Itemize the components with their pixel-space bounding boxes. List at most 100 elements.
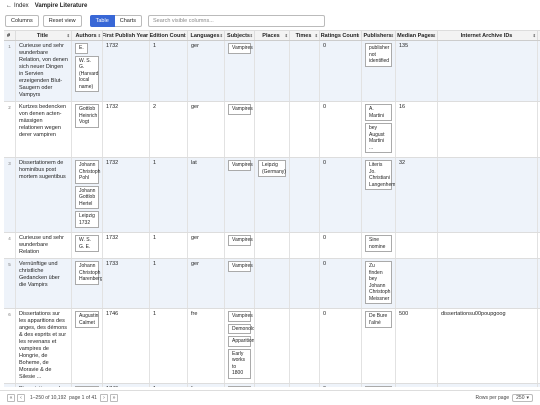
chip[interactable]: Vampires	[228, 386, 251, 387]
column-header[interactable]: Places ⇕	[255, 31, 290, 40]
columns-button[interactable]: Columns	[5, 14, 39, 27]
tab-table[interactable]: Table	[89, 14, 115, 27]
table-row[interactable]: 7Dissertation sur les apparitions des es…	[4, 384, 540, 387]
column-header[interactable]: Languages ⇕	[188, 31, 225, 40]
sort-icon[interactable]: ⇕	[183, 33, 186, 38]
column-header[interactable]: Median Pages ⇕	[396, 31, 438, 40]
cell-index: 4	[4, 233, 16, 258]
cell-subjects: Vampires	[225, 102, 255, 157]
chip[interactable]: Apparitions	[228, 336, 254, 347]
first-page-button[interactable]: «	[7, 394, 15, 402]
last-page-button[interactable]: »	[109, 394, 118, 402]
chip[interactable]: Augustin Calmet	[75, 311, 99, 328]
cell-ratings: 0	[320, 309, 362, 383]
cell-year: 1732	[103, 233, 150, 258]
column-header[interactable]: First Publish Year ⇕	[103, 31, 150, 40]
table-row[interactable]: 4 Curieuse und sehr wunderbare Relation W.…	[4, 233, 540, 259]
table-row[interactable]: 3 Dissertationem de hominibus post mortem…	[4, 158, 540, 233]
chip[interactable]: Demonology	[228, 323, 254, 334]
sort-icon[interactable]: ⇕	[220, 33, 223, 38]
sort-icon[interactable]: ⇕	[250, 33, 253, 38]
column-header[interactable]: Publishers ⇕	[362, 31, 396, 40]
chip[interactable]: Leipzig (Germany)	[258, 160, 286, 177]
chip[interactable]: Sine nomine	[365, 235, 392, 252]
pagination-bar: « ‹ 1–250 of 10,192 page 1 of 41 › » Row…	[0, 390, 540, 405]
column-header[interactable]: Edition Count ⇕	[150, 31, 188, 40]
column-header[interactable]: Internet Archive IDs ⇕	[438, 31, 538, 40]
column-header[interactable]: #	[4, 31, 16, 40]
cell-ratings: 0	[320, 158, 362, 232]
cell-subjects: VampiresGhosts	[225, 384, 255, 387]
table-row[interactable]: 5 Vernünftige und christliche Gedancken ü…	[4, 259, 540, 309]
cell-ratings: 0	[320, 384, 362, 387]
cell-times	[290, 259, 320, 308]
chip[interactable]: Johann Gottlob Hertel	[75, 185, 99, 209]
chip[interactable]: Literis Jo. Christiani Langenhemii	[365, 160, 395, 190]
chip[interactable]: E.	[75, 43, 88, 54]
chip[interactable]: Johann Christoph Pohl	[75, 160, 100, 184]
sort-icon[interactable]: ⇕	[145, 33, 148, 38]
sort-icon[interactable]: ⇕	[433, 33, 436, 38]
sort-icon[interactable]: ⇕	[285, 33, 288, 38]
column-header-label: Title	[36, 32, 49, 39]
chip[interactable]: Zu finden bey Johann Christoph Meissner	[365, 261, 392, 304]
chip[interactable]: Vampires	[228, 311, 253, 322]
tab-charts[interactable]: Charts	[114, 14, 142, 27]
cell-editions: 2	[150, 102, 188, 157]
sort-icon[interactable]: ⇕	[533, 33, 536, 38]
chip[interactable]: Gottlob Heinrich Vogt	[75, 104, 99, 128]
reset-view-button[interactable]: Reset view	[42, 14, 82, 27]
cell-languages: ger	[188, 41, 225, 101]
chip[interactable]: De Bure l'aîné	[365, 311, 392, 328]
chip[interactable]: Vampires	[228, 160, 253, 171]
chip[interactable]: Vampires	[228, 235, 253, 246]
column-header[interactable]: Authors ⇕	[72, 31, 103, 40]
sort-icon[interactable]: ⇕	[315, 33, 318, 38]
chip[interactable]: A. Martini	[365, 104, 392, 121]
column-header[interactable]: Title ⇕	[16, 31, 72, 40]
cell-ratings: 0	[320, 102, 362, 157]
table-row[interactable]: 6 Dissertations sur les apparitions des a…	[4, 309, 540, 384]
next-page-button[interactable]: ›	[99, 394, 108, 402]
column-header-label: Ratings Count	[320, 32, 359, 39]
cell-times	[290, 384, 320, 387]
cell-year: 1733	[103, 259, 150, 308]
chip[interactable]: Vampires	[228, 43, 253, 54]
column-header[interactable]: Times ⇕	[290, 31, 320, 40]
column-header[interactable]: Subjects ⇕	[225, 31, 255, 40]
back-to-index-link[interactable]: ← Index	[6, 3, 29, 9]
column-header[interactable]: Ratings Count ⇕	[320, 31, 362, 40]
page-title: Vampire Literature	[34, 3, 88, 9]
table-row[interactable]: 2 Kurtzes bedencken von denen acten-mässi…	[4, 102, 540, 158]
chip[interactable]: Vampires	[228, 104, 253, 115]
search-input[interactable]: Search visible columns...	[147, 14, 325, 27]
chip[interactable]: publisher not identified	[365, 43, 392, 67]
column-header-label: Internet Archive IDs	[460, 32, 513, 39]
cell-title: Curieuse und sehr wunderbare Relation	[16, 233, 72, 258]
chip[interactable]: Early works to 1800	[228, 348, 251, 379]
cell-title: Dissertationem de hominibus post mortem …	[16, 158, 72, 232]
rows-per-page-select[interactable]: 250 ▾	[512, 394, 533, 402]
cell-times	[290, 102, 320, 157]
sort-icon[interactable]: ⇕	[357, 33, 360, 38]
sort-icon[interactable]: ⇕	[391, 33, 394, 38]
cell-editions: 1	[150, 259, 188, 308]
chip[interactable]: bey August Martini ...	[365, 123, 392, 153]
chip[interactable]: W. S. G. (Harvard local name)	[75, 55, 99, 92]
chip[interactable]: J.E. Kolin	[365, 386, 392, 387]
cell-pages	[396, 259, 438, 308]
cell-title: Dissertations sur les apparitions des an…	[16, 309, 72, 383]
cell-authors: Johann Christoph Harenberg	[72, 259, 103, 308]
chip[interactable]: Augustin Calmet	[75, 386, 99, 387]
cell-ia: dissertationsu00poupgoog	[438, 309, 538, 383]
chip[interactable]: Vampires	[228, 261, 253, 272]
table-row[interactable]: 1 Curieuse und sehr wunderbare Relation, …	[4, 41, 540, 102]
cell-publishers: A. Martini bey August Martini ...	[362, 102, 396, 157]
chip[interactable]: Johann Christoph Harenberg	[75, 261, 102, 285]
prev-page-button[interactable]: ‹	[17, 394, 25, 402]
chip[interactable]: W. S. G. E.	[75, 235, 99, 252]
sort-icon[interactable]: ⇕	[98, 33, 101, 38]
chip[interactable]: Leipzig 1732	[75, 211, 99, 228]
sort-icon[interactable]: ⇕	[67, 33, 70, 38]
cell-times	[290, 233, 320, 258]
